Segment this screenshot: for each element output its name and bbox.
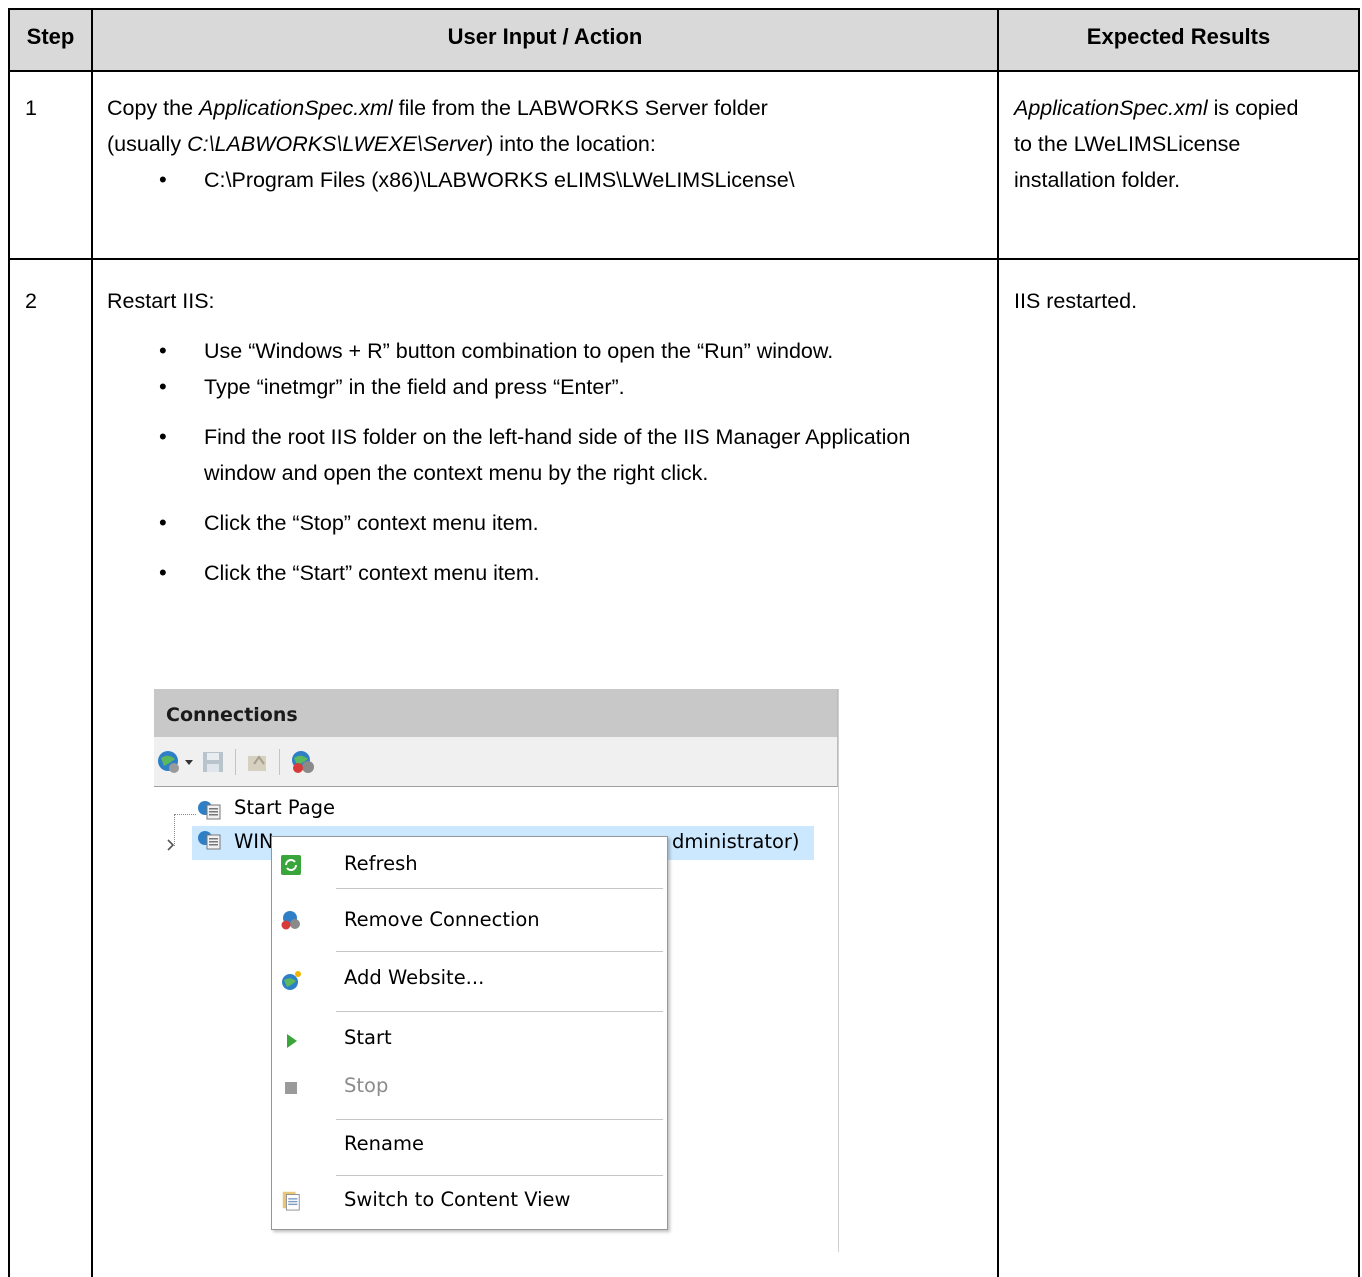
menu-separator	[336, 888, 663, 889]
expand-chevron-icon[interactable]	[166, 838, 176, 852]
tree-item-start-page[interactable]: Start Page	[234, 796, 335, 819]
start-play-icon	[287, 1034, 297, 1048]
header-step: Step	[26, 24, 75, 49]
row1-action-line2: (usually C:\LABWORKS\LWEXE\Server) into …	[107, 132, 656, 156]
dropdown-arrow-icon[interactable]	[184, 759, 194, 767]
screenshot-right-edge	[838, 689, 839, 1252]
tree-connector	[174, 814, 196, 816]
row1-action: Copy the ApplicationSpec.xml file from t…	[107, 90, 987, 198]
row2-expected: IIS restarted.	[1014, 289, 1138, 313]
row1-step: 1	[25, 96, 37, 120]
header-action: User Input / Action	[447, 24, 643, 49]
header-expected: Expected Results	[1086, 24, 1271, 49]
row2-bullet-1: Use “Windows + R” button combination to …	[107, 333, 962, 369]
content-view-icon	[282, 1191, 300, 1211]
disconnect-globe-icon[interactable]	[289, 749, 317, 775]
row2-action: Restart IIS: Use “Windows + R” button co…	[107, 283, 987, 591]
add-website-icon	[282, 971, 301, 990]
context-menu: Refresh Remove Connection Add Website...…	[271, 836, 668, 1230]
remove-connection-icon	[281, 911, 300, 930]
connect-globe-icon[interactable]	[156, 749, 182, 775]
tree-item-server-right[interactable]: dministrator)	[672, 830, 800, 853]
save-disk-icon[interactable]	[201, 750, 225, 774]
stop-square-icon	[285, 1082, 297, 1094]
table-right-border	[1358, 8, 1360, 1277]
menu-separator	[336, 1011, 663, 1012]
menu-separator	[336, 1175, 663, 1176]
menu-item-remove-connection[interactable]: Remove Connection	[344, 908, 540, 931]
row2-bullet-2: Type “inetmgr” in the field and press “E…	[107, 369, 962, 405]
menu-item-rename[interactable]: Rename	[344, 1132, 424, 1155]
server-icon	[198, 831, 221, 850]
menu-separator	[336, 951, 663, 952]
start-page-icon	[198, 801, 221, 820]
row1-action-line1: Copy the ApplicationSpec.xml file from t…	[107, 96, 768, 120]
table-col-divider-1	[91, 8, 93, 1277]
iis-connections-screenshot: Connections Start Page WIN dministrator)	[154, 689, 844, 1252]
tree-item-server-left[interactable]: WIN	[234, 830, 274, 853]
connections-panel-title: Connections	[154, 689, 838, 737]
menu-item-switch-content-view[interactable]: Switch to Content View	[344, 1188, 570, 1211]
table-row-divider	[8, 258, 1360, 260]
table-header-border	[8, 70, 1360, 72]
row1-expected: ApplicationSpec.xml is copied to the LWe…	[1014, 96, 1299, 192]
row2-bullet-3: Find the root IIS folder on the left-han…	[107, 419, 962, 491]
row2-bullet-5: Click the “Start” context menu item.	[107, 555, 962, 591]
table-top-border	[8, 8, 1360, 10]
row2-step: 2	[25, 289, 37, 313]
menu-item-stop[interactable]: Stop	[344, 1074, 388, 1097]
table-left-border	[8, 8, 10, 1277]
refresh-icon	[281, 855, 301, 875]
toolbar-separator	[235, 749, 236, 775]
up-folder-icon[interactable]	[245, 750, 269, 774]
table-col-divider-2	[997, 8, 999, 1277]
menu-item-add-website[interactable]: Add Website...	[344, 966, 484, 989]
toolbar-separator	[279, 749, 280, 775]
menu-item-start[interactable]: Start	[344, 1026, 392, 1049]
connections-toolbar	[154, 737, 838, 787]
menu-separator	[336, 1119, 663, 1120]
row2-intro: Restart IIS:	[107, 289, 215, 313]
row1-action-bullet: C:\Program Files (x86)\LABWORKS eLIMS\LW…	[107, 162, 987, 198]
row2-bullet-4: Click the “Stop” context menu item.	[107, 505, 962, 541]
menu-item-refresh[interactable]: Refresh	[344, 852, 418, 875]
